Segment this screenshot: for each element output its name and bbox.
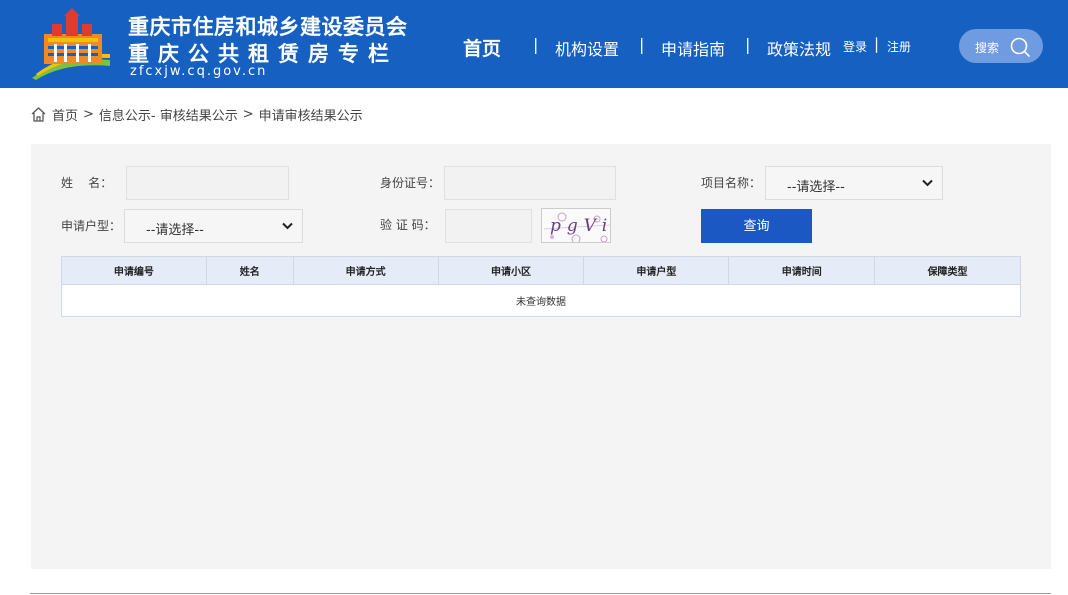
- name-input[interactable]: [126, 166, 289, 200]
- id-number-input[interactable]: [444, 166, 616, 200]
- nav-separator: |: [533, 35, 539, 54]
- search-button[interactable]: 搜索: [959, 29, 1043, 63]
- id-number-label: 身份证号：: [380, 176, 441, 190]
- nav-home[interactable]: 首页: [463, 34, 501, 60]
- register-link[interactable]: 注册: [887, 38, 911, 64]
- captcha-image[interactable]: pgVi: [541, 208, 611, 243]
- column-header: 申请方式: [292, 256, 439, 285]
- column-header: 申请小区: [437, 256, 585, 285]
- site-title-primary: 重庆市住房和城乡建设委员会: [128, 15, 408, 39]
- breadcrumb-current-page[interactable]: 申请审核结果公示: [259, 105, 363, 124]
- nav-separator: |: [745, 35, 751, 54]
- column-header: 申请户型: [583, 256, 730, 285]
- building-logo-icon: [32, 8, 110, 80]
- unit-type-select[interactable]: --请选择--: [124, 209, 303, 243]
- results-table: 申请编号 姓名 申请方式 申请小区 申请户型 申请时间 保障类型 未查询数据: [61, 256, 1021, 317]
- column-header: 申请编号: [61, 256, 207, 285]
- unit-type-label: 申请户型：: [61, 219, 122, 233]
- site-header: 重庆市住房和城乡建设委员会 重庆公共租赁房专栏 zfcxjw.cq.gov.cn…: [0, 0, 1068, 88]
- nav-application-guide[interactable]: 申请指南: [661, 36, 725, 62]
- query-panel: 姓 名： 身份证号： 项目名称： --请选择-- 申请户型： --请选择-- 验…: [31, 144, 1051, 569]
- column-header: 姓名: [205, 256, 294, 285]
- breadcrumb: 首页 > 信息公示- 审核结果公示 > 申请审核结果公示: [30, 105, 363, 124]
- search-label: 搜索: [975, 41, 1000, 55]
- project-name-selected: --请选择--: [787, 180, 845, 195]
- nav-separator: |: [874, 35, 880, 53]
- breadcrumb-info-disclosure[interactable]: 信息公示- 审核结果公示: [99, 105, 238, 124]
- column-header: 保障类型: [874, 256, 1021, 285]
- login-link[interactable]: 登录: [843, 38, 867, 64]
- nav-policy[interactable]: 政策法规: [767, 36, 831, 62]
- unit-type-selected: --请选择--: [146, 223, 204, 238]
- breadcrumb-separator: >: [242, 106, 254, 122]
- nav-org-structure[interactable]: 机构设置: [555, 36, 619, 62]
- column-header: 申请时间: [728, 256, 876, 285]
- breadcrumb-home[interactable]: 首页: [52, 105, 78, 124]
- chevron-down-icon: [922, 179, 933, 187]
- home-icon[interactable]: [30, 106, 47, 123]
- search-icon: [1010, 37, 1030, 57]
- empty-message: 未查询数据: [61, 284, 1021, 317]
- table-row: 未查询数据: [61, 284, 1021, 317]
- captcha-label: 验 证 码：: [380, 218, 436, 232]
- project-name-select[interactable]: --请选择--: [765, 166, 943, 200]
- breadcrumb-separator: >: [83, 106, 94, 122]
- footer-divider: [30, 593, 1051, 594]
- name-label: 姓 名：: [61, 176, 113, 190]
- chevron-down-icon: [282, 222, 293, 230]
- nav-separator: |: [639, 35, 645, 54]
- query-button[interactable]: 查询: [701, 209, 812, 243]
- captcha-input[interactable]: [445, 209, 532, 243]
- captcha-text: pgVi: [550, 216, 611, 236]
- project-name-label: 项目名称：: [701, 176, 762, 190]
- site-domain: zfcxjw.cq.gov.cn: [130, 64, 268, 79]
